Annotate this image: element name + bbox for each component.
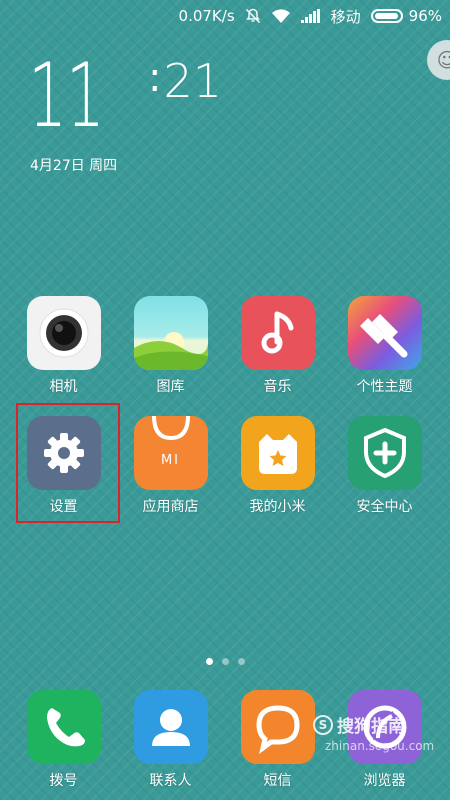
gallery-icon bbox=[133, 296, 208, 370]
app-label: 安全中心 bbox=[356, 499, 413, 515]
app-label: 应用商店 bbox=[142, 499, 199, 515]
chat-bubble-icon bbox=[240, 690, 315, 764]
network-speed: 0.07K/s bbox=[178, 7, 235, 25]
battery: 96% bbox=[370, 7, 442, 25]
paint-brush-icon bbox=[347, 296, 422, 370]
app-label: 个性主题 bbox=[356, 379, 413, 395]
app-gallery[interactable]: 图库 bbox=[117, 296, 224, 396]
person-icon bbox=[133, 690, 208, 764]
camera-icon bbox=[26, 296, 101, 370]
battery-icon bbox=[370, 9, 403, 23]
app-label: 音乐 bbox=[263, 379, 292, 395]
app-mi-community[interactable]: 我的小米 bbox=[224, 416, 331, 516]
wifi-icon bbox=[271, 8, 291, 24]
clock-colon: : bbox=[148, 55, 162, 101]
clock-date: 4月27日 周四 bbox=[30, 158, 118, 174]
lock-clock: 11 : 21 bbox=[28, 52, 222, 140]
app-label: 图库 bbox=[156, 379, 185, 395]
dock-contacts[interactable]: 联系人 bbox=[117, 690, 224, 790]
status-bar: 0.07K/s 移动 96% bbox=[179, 0, 442, 32]
app-store[interactable]: MI 应用商店 bbox=[117, 416, 224, 516]
app-label: 拨号 bbox=[49, 773, 78, 789]
store-glyph: MI bbox=[160, 452, 181, 468]
dock-phone[interactable]: 拨号 bbox=[10, 690, 117, 790]
side-widget-button[interactable]: ☺ bbox=[427, 40, 450, 80]
shopping-bag-icon: MI bbox=[133, 416, 208, 490]
watermark-url: zhinan.sogou.com bbox=[325, 739, 435, 753]
widget-face-icon: ☺ bbox=[436, 48, 450, 72]
app-camera[interactable]: 相机 bbox=[10, 296, 117, 396]
watermark-brand: 搜狗指南 bbox=[337, 717, 405, 737]
app-label: 短信 bbox=[263, 773, 292, 789]
clock-hours: 11 bbox=[28, 44, 105, 147]
page-dot[interactable] bbox=[237, 658, 245, 665]
app-label: 联系人 bbox=[149, 773, 192, 789]
app-label: 我的小米 bbox=[249, 499, 306, 515]
phone-icon bbox=[26, 690, 101, 764]
watermark: S 搜狗指南 zhinan.sogou.com bbox=[313, 712, 450, 753]
highlight-box-settings bbox=[16, 403, 120, 523]
page-dot[interactable] bbox=[221, 658, 229, 665]
battery-percent: 96% bbox=[408, 7, 442, 25]
app-security[interactable]: 安全中心 bbox=[331, 416, 438, 516]
signal-icon bbox=[300, 9, 321, 23]
mi-bunny-icon bbox=[240, 416, 315, 490]
page-dot[interactable] bbox=[205, 658, 213, 665]
app-music[interactable]: 音乐 bbox=[224, 296, 331, 396]
shield-plus-icon bbox=[347, 416, 422, 490]
clock-minutes: 21 bbox=[163, 54, 223, 108]
carrier-name: 移动 bbox=[330, 7, 361, 26]
app-label: 浏览器 bbox=[363, 773, 406, 789]
app-themes[interactable]: 个性主题 bbox=[331, 296, 438, 396]
music-note-icon bbox=[240, 296, 315, 370]
mute-bell-icon bbox=[245, 8, 261, 24]
page-indicator bbox=[0, 658, 450, 665]
app-label: 相机 bbox=[49, 379, 78, 395]
sogou-logo-icon: S bbox=[313, 714, 333, 735]
